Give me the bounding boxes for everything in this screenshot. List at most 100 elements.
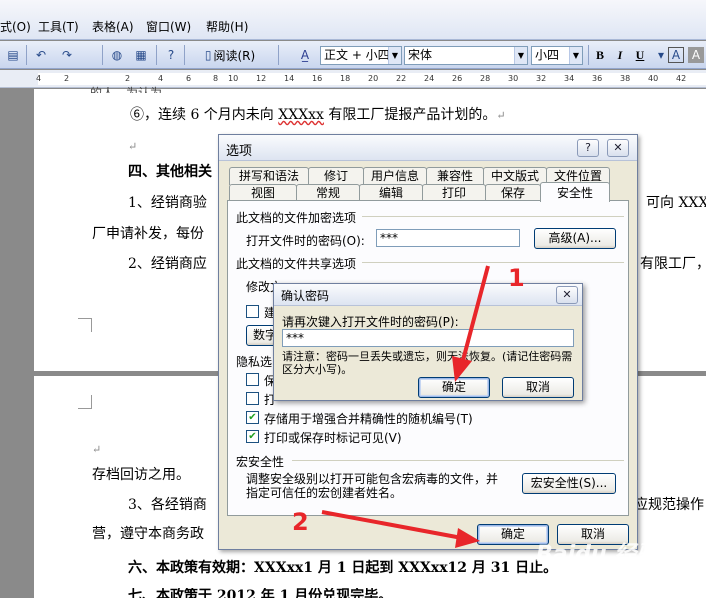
confirm-titlebar[interactable]: 确认密码 ✕ bbox=[274, 284, 582, 306]
doc-heading-4: 四、其他相关 bbox=[128, 164, 212, 180]
table-icon[interactable]: ▦ bbox=[132, 45, 150, 65]
ruler-tick: 24 bbox=[424, 74, 435, 83]
recommend-readonly-checkbox[interactable] bbox=[246, 305, 259, 318]
ruler-tick: 22 bbox=[396, 74, 407, 83]
doc-line-policy-6: 六、本政策有效期：XXXxx1 月 1 日起到 XXXxx12 月 31 日止。 bbox=[128, 560, 558, 576]
ruler-tick: 36 bbox=[592, 74, 603, 83]
menu-bar: 式(O) 工具(T) 表格(A) 窗口(W) 帮助(H) bbox=[0, 0, 706, 40]
doc-line-1: 1、经销商验 bbox=[128, 195, 207, 211]
ruler-tick: 16 bbox=[312, 74, 323, 83]
chevron-down-icon: ▼ bbox=[514, 47, 527, 64]
redo-icon[interactable]: ↷ bbox=[58, 45, 76, 65]
tab-revisions[interactable]: 修订 bbox=[308, 167, 364, 185]
style-combo[interactable]: 正文 + 小四 ▼ bbox=[320, 46, 402, 65]
tab-user-info[interactable]: 用户信息 bbox=[363, 167, 427, 185]
font-combo[interactable]: 宋体 ▼ bbox=[404, 46, 528, 65]
menu-help[interactable]: 帮助(H) bbox=[206, 18, 266, 36]
confirm-cancel-button[interactable]: 取消 bbox=[502, 377, 574, 398]
doc-top-partial: 的人，为认为… bbox=[90, 86, 175, 93]
doc-line-factory: 厂申请补发，每份 bbox=[92, 226, 204, 242]
bold-button[interactable]: B bbox=[592, 45, 608, 65]
underline-button[interactable]: U bbox=[632, 45, 648, 65]
chevron-down-icon: ▼ bbox=[388, 47, 401, 64]
privacy-checkbox-1[interactable] bbox=[246, 373, 259, 386]
confirm-note: 请注意：密码一旦丢失或遗忘，则无法恢复。(请记住密码需区分大小写)。 bbox=[282, 350, 573, 376]
help-button[interactable]: ? bbox=[577, 139, 599, 157]
toolbar-separator bbox=[588, 45, 589, 65]
italic-button[interactable]: I bbox=[612, 45, 628, 65]
chevron-down-icon: ▼ bbox=[569, 47, 582, 64]
confirm-password-input[interactable]: *** bbox=[282, 329, 574, 347]
doc-line-6-end: 有限工厂提报产品计划的。 bbox=[323, 107, 497, 123]
annotation-number-2: 2 bbox=[292, 508, 309, 536]
read-button[interactable]: ▯ 阅读(R) bbox=[190, 45, 270, 65]
char-shading-icon[interactable]: A bbox=[688, 47, 704, 63]
tab-security[interactable]: 安全性 bbox=[540, 182, 610, 202]
confirm-title: 确认密码 bbox=[281, 289, 330, 303]
ruler-tick: 10 bbox=[228, 74, 239, 83]
page-corner-mark bbox=[78, 318, 92, 332]
macro-description: 调整安全级别以打开可能包含宏病毒的文件，并指定可信任的宏创建者姓名。 bbox=[246, 472, 499, 500]
ruler-tick: 12 bbox=[256, 74, 267, 83]
open-password-input[interactable]: *** bbox=[376, 229, 520, 247]
ruler-tick: 26 bbox=[452, 74, 463, 83]
tab-spelling[interactable]: 拼写和语法 bbox=[229, 167, 309, 185]
menu-window[interactable]: 窗口(W) bbox=[146, 18, 206, 36]
ruler-tick: 30 bbox=[508, 74, 519, 83]
group-divider bbox=[362, 216, 624, 217]
read-label: 阅读(R) bbox=[213, 48, 256, 63]
group-divider bbox=[292, 460, 624, 461]
ruler-tick: 6 bbox=[186, 74, 192, 83]
ruler-tick: 40 bbox=[648, 74, 659, 83]
toolbar-separator bbox=[278, 45, 279, 65]
advanced-button[interactable]: 高级(A)... bbox=[534, 228, 616, 249]
open-password-label: 打开文件时的密码(O): bbox=[246, 234, 365, 248]
ruler-tick: 4 bbox=[36, 74, 42, 83]
font-value: 宋体 bbox=[408, 48, 433, 62]
annotation-number-1: 1 bbox=[508, 264, 525, 292]
confirm-prompt: 请再次键入打开文件时的密码(P): bbox=[282, 315, 459, 329]
char-border-icon[interactable]: A bbox=[668, 47, 684, 63]
menu-format[interactable]: 式(O) bbox=[0, 18, 38, 36]
group-divider bbox=[362, 262, 624, 263]
undo-icon[interactable]: ↶ bbox=[32, 45, 50, 65]
doc-line-2-right: 有限工厂， bbox=[640, 256, 706, 272]
hyperlink-icon[interactable]: ◍ bbox=[108, 45, 126, 65]
style-value: 正文 + 小四 bbox=[324, 48, 390, 62]
doc-line-1-right: 可向 XXX bbox=[646, 195, 706, 211]
share-group-label: 此文档的文件共享选项 bbox=[236, 257, 357, 271]
random-number-checkbox[interactable]: ✔ bbox=[246, 411, 259, 424]
menu-table[interactable]: 表格(A) bbox=[92, 18, 146, 36]
ruler-tick: 2 bbox=[64, 74, 70, 83]
paste-icon[interactable]: ▤ bbox=[4, 45, 22, 65]
markup-visible-checkbox[interactable]: ✔ bbox=[246, 430, 259, 443]
doc-archive: 存档回访之用。 bbox=[92, 467, 190, 483]
help-icon[interactable]: ? bbox=[162, 45, 180, 65]
size-combo[interactable]: 小四 ▼ bbox=[531, 46, 583, 65]
macro-group-label: 宏安全性 bbox=[236, 455, 285, 469]
tab-compatibility[interactable]: 兼容性 bbox=[426, 167, 484, 185]
ruler-tick: 14 bbox=[284, 74, 295, 83]
ruler-tick: 8 bbox=[213, 74, 219, 83]
book-icon: ▯ bbox=[204, 48, 212, 62]
encrypt-group-label: 此文档的文件加密选项 bbox=[236, 211, 357, 225]
toolbar-separator bbox=[26, 45, 27, 65]
ruler-tick: 4 bbox=[158, 74, 164, 83]
menu-tools[interactable]: 工具(T) bbox=[38, 18, 92, 36]
doc-line-2: 2、经销商应 bbox=[128, 256, 207, 272]
tab-asian-typography[interactable]: 中文版式 bbox=[483, 167, 547, 185]
doc-line-3-right: 应规范操作 bbox=[634, 497, 704, 513]
ruler-tick: 18 bbox=[340, 74, 351, 83]
privacy-checkbox-2[interactable] bbox=[246, 392, 259, 405]
confirm-password-dialog: 确认密码 ✕ 请再次键入打开文件时的密码(P): *** 请注意：密码一旦丢失或… bbox=[273, 283, 583, 401]
styles-icon[interactable]: A̲ bbox=[296, 45, 314, 65]
doc-line-6-wavy: XXXxx bbox=[278, 107, 324, 123]
paragraph-mark: ↵ bbox=[92, 443, 102, 456]
options-titlebar[interactable]: 选项 ? ✕ bbox=[219, 135, 637, 161]
close-button[interactable]: ✕ bbox=[556, 286, 578, 304]
close-button[interactable]: ✕ bbox=[607, 139, 629, 157]
confirm-ok-button[interactable]: 确定 bbox=[418, 377, 490, 398]
toolbar-separator bbox=[102, 45, 103, 65]
macro-security-button[interactable]: 宏安全性(S)... bbox=[522, 473, 616, 494]
toolbar-separator bbox=[184, 45, 185, 65]
